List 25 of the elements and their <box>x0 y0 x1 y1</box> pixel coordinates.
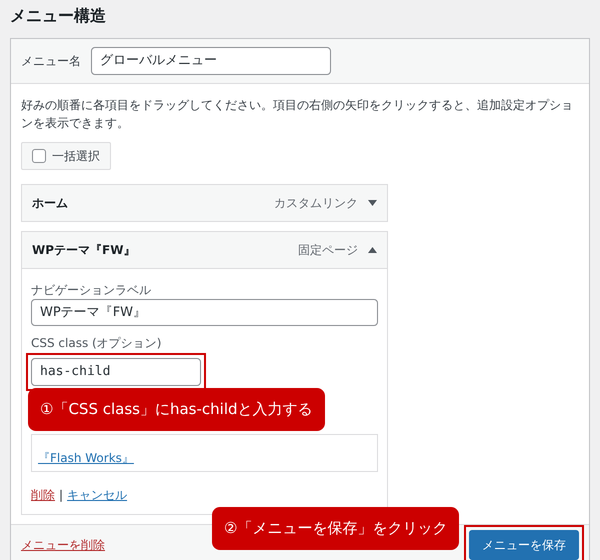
delete-menu-link[interactable]: メニューを削除 <box>21 536 105 554</box>
cancel-link[interactable]: キャンセル <box>67 488 128 502</box>
collapse-arrow-icon[interactable] <box>368 246 377 252</box>
bulk-select-checkbox[interactable]: 一括選択 <box>21 142 111 170</box>
menu-name-field[interactable]: グローバルメニュー <box>91 47 331 74</box>
delete-link[interactable]: 削除 <box>31 488 55 502</box>
instructions-text: 好みの順番に各項目をドラッグしてください。項目の右側の矢印をクリックすると、追加設定オプションを表示できます。 <box>21 96 574 132</box>
field-label: ナビゲーションラベル <box>31 282 152 298</box>
callout-label: ②「メニューを保存」をクリック <box>212 507 460 550</box>
original-page-link[interactable]: 『Flash Works』 <box>38 448 134 466</box>
menu-item-type: カスタムリンク <box>274 194 358 212</box>
menu-item-header[interactable]: ホーム カスタムリンク <box>22 184 387 220</box>
save-menu-button[interactable]: メニューを保存 <box>469 530 579 560</box>
section-heading: メニュー構造 <box>9 5 107 27</box>
menu-item-header[interactable]: WPテーマ『FW』 固定ページ <box>22 232 387 268</box>
text-field[interactable]: WPテーマ『FW』 <box>31 298 378 326</box>
menu-item-title: ホーム <box>32 194 69 212</box>
menu-name-label: メニュー名 <box>21 52 81 70</box>
field-label: CSS class (オプション) <box>31 335 162 352</box>
callout-label: ①「CSS class」にhas-childと入力する <box>28 388 325 430</box>
menu-item-type: 固定ページ <box>298 242 358 258</box>
menu-item-title: WPテーマ『FW』 <box>32 242 136 258</box>
text-field[interactable]: has-child <box>31 358 201 386</box>
separator-text: | <box>59 488 64 502</box>
expand-arrow-icon[interactable] <box>368 200 377 206</box>
